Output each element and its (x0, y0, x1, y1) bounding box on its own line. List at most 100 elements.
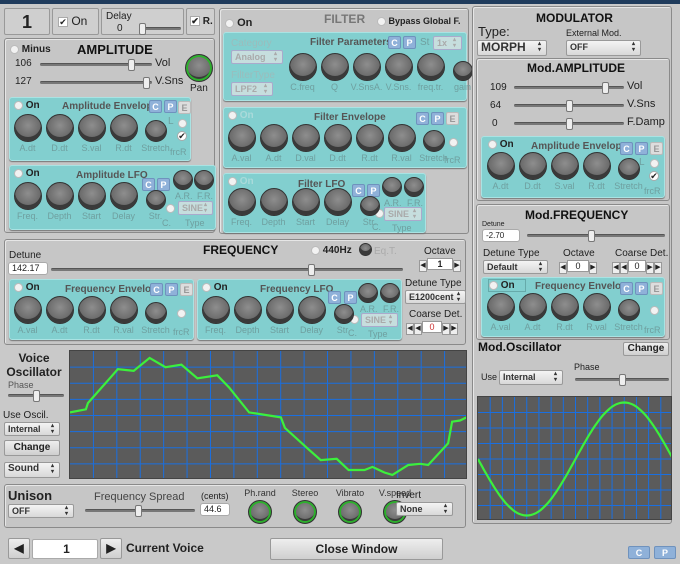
detune-field[interactable]: 142.17 (8, 262, 48, 275)
increment-icon[interactable]: ▶ (646, 262, 654, 274)
slider-thumb[interactable] (33, 390, 40, 402)
knob-dial-icon[interactable] (259, 188, 288, 216)
phase-slider[interactable] (8, 390, 64, 402)
r-toggle[interactable]: ✔ R. (186, 8, 215, 35)
vsns-slider[interactable] (40, 77, 152, 89)
knob-a-val[interactable]: A.val (226, 124, 257, 163)
decrement-icon[interactable]: ◀ (620, 262, 628, 274)
knob-dial-icon[interactable] (109, 182, 138, 210)
env-on-toggle[interactable]: On (488, 279, 526, 292)
vsns-slider[interactable] (514, 100, 624, 112)
knob-a-val[interactable]: A.val (485, 293, 516, 332)
knob-vibrato[interactable]: Vibrato (331, 488, 369, 524)
knob-dial-icon[interactable] (452, 61, 473, 81)
vol-slider[interactable] (40, 59, 152, 71)
close-window-button[interactable]: Close Window (270, 538, 443, 560)
coarse-det-counter[interactable]: ◀ ◀ 0 ▶ ▶ (406, 321, 458, 335)
fr-knob[interactable] (404, 177, 424, 197)
knob-dial-icon[interactable] (486, 293, 515, 321)
slider-thumb[interactable] (602, 82, 609, 94)
slider-thumb[interactable] (308, 264, 315, 276)
knob-dial-icon[interactable] (77, 114, 106, 142)
slider-thumb[interactable] (566, 118, 573, 130)
knob-dial-icon[interactable] (486, 152, 515, 180)
knob-c-freq[interactable]: C.freq (287, 53, 318, 92)
eqt-knob[interactable] (359, 243, 372, 256)
voice-number-field[interactable]: 1 (32, 539, 98, 559)
octave-counter[interactable]: ◀ 0 ▶ (559, 260, 597, 274)
env-on-toggle[interactable]: On (14, 100, 40, 111)
knob-depth[interactable]: Depth (258, 188, 289, 227)
category-select[interactable]: Analog (231, 50, 283, 64)
knob-dial-icon[interactable] (297, 296, 326, 324)
knob-dial-icon[interactable] (145, 190, 166, 210)
bypass-global-toggle[interactable]: Bypass Global F. (377, 16, 461, 27)
knob-dial-icon[interactable] (617, 158, 640, 180)
copy-button[interactable]: C (388, 36, 401, 49)
lfo-type-select[interactable]: SINE (361, 313, 398, 327)
delay-slider[interactable] (139, 23, 181, 35)
knob-dial-icon[interactable] (293, 500, 317, 524)
knob-stretch[interactable]: Stretch (613, 299, 644, 332)
cents-field[interactable]: 44.6 (200, 503, 230, 516)
fast-increment-icon[interactable]: ▶ (654, 262, 662, 274)
lfo-on-toggle[interactable]: On (228, 176, 254, 187)
knob-dial-icon[interactable] (355, 124, 384, 152)
knob-dial-icon[interactable] (13, 182, 42, 210)
pan-knob[interactable] (185, 54, 213, 82)
copy-button[interactable]: C (628, 546, 650, 559)
knob-start[interactable]: Start (264, 296, 295, 335)
detune-type-select[interactable]: Default (483, 260, 548, 274)
increment-icon[interactable]: ▶ (589, 262, 597, 274)
knob-start[interactable]: Start (76, 182, 107, 221)
copy-button[interactable]: C (150, 283, 163, 296)
ar-knob[interactable] (382, 177, 402, 197)
slider-thumb[interactable] (143, 77, 150, 89)
knob-dial-icon[interactable] (144, 302, 167, 324)
knob-dial-icon[interactable] (227, 124, 256, 152)
knob-dial-icon[interactable] (291, 124, 320, 152)
knob-depth[interactable]: Depth (232, 296, 263, 335)
detune-field[interactable]: -2.70 (482, 229, 520, 242)
knob-q[interactable]: Q (319, 53, 350, 92)
decrement-icon[interactable]: ◀ (414, 323, 422, 335)
lfo-on-toggle[interactable]: On (202, 282, 228, 293)
voice-on-toggle[interactable]: ✔ On (52, 8, 99, 35)
knob-r-val[interactable]: R.val (581, 293, 612, 332)
vol-slider[interactable] (514, 82, 624, 94)
mod-use-select[interactable]: Internal (499, 370, 563, 385)
knob-a-dt[interactable]: A.dt (517, 293, 548, 332)
frcr-toggle[interactable] (650, 306, 659, 315)
knob-s-val[interactable]: S.val (549, 152, 580, 191)
mod-phase-slider[interactable] (575, 374, 669, 386)
paste-button[interactable]: P (165, 283, 178, 296)
slider-thumb[interactable] (566, 100, 573, 112)
frcr-toggle[interactable]: ✔ (649, 171, 659, 181)
slider-thumb[interactable] (135, 505, 142, 517)
paste-button[interactable]: P (403, 36, 416, 49)
knob-freq[interactable]: Freq. (226, 188, 257, 227)
fast-decrement-icon[interactable]: ◀ (406, 323, 414, 335)
detune-slider[interactable] (51, 264, 403, 276)
paste-button[interactable]: P (654, 546, 676, 559)
sound-select[interactable]: Sound (4, 462, 60, 478)
increment-icon[interactable]: ▶ (442, 323, 450, 335)
knob-stretch[interactable]: Stretch (140, 120, 171, 153)
knob-delay[interactable]: Delay (108, 182, 139, 221)
fdamp-slider[interactable] (514, 118, 624, 130)
knob-delay[interactable]: Delay (322, 188, 353, 227)
knob-stretch[interactable]: Stretch (418, 130, 449, 163)
knob-freq-tr[interactable]: freq.tr. (415, 53, 446, 92)
knob-r-dt[interactable]: R.dt (581, 152, 612, 191)
env-on-toggle[interactable]: On (228, 110, 254, 121)
copy-button[interactable]: C (149, 100, 162, 113)
octave-counter[interactable]: ◀ 1 ▶ (419, 258, 461, 272)
filtertype-select[interactable]: LPF2 (231, 82, 273, 96)
coarse-det-counter[interactable]: ◀ ◀ 0 ▶ ▶ (612, 260, 662, 274)
knob-str[interactable]: Str. (140, 190, 171, 221)
external-mod-select[interactable]: OFF (566, 40, 641, 56)
lfo-on-toggle[interactable]: On (14, 168, 40, 179)
knob-dial-icon[interactable] (352, 53, 381, 81)
minus-toggle[interactable]: Minus (10, 44, 51, 55)
knob-dial-icon[interactable] (45, 114, 74, 142)
